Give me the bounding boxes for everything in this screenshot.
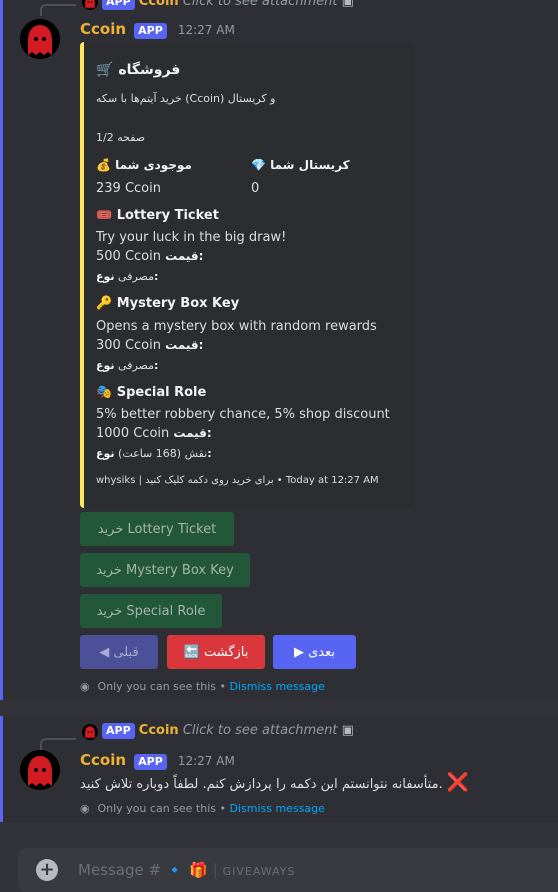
cross-icon: ❌ [446, 772, 470, 793]
message-input-bar[interactable]: + Message # 🔹 🎁 | GIVEAWAYS [18, 848, 558, 892]
reply-avatar[interactable] [82, 724, 98, 740]
item-role-price: 1000 Ccoin قیمت: [96, 426, 212, 441]
item-role-desc: 5% better robbery chance, 5% shop discou… [96, 407, 390, 422]
crystal-label: 💎 کریستال شما [251, 158, 350, 172]
timestamp[interactable]: 12:27 AM [178, 754, 235, 768]
key-icon: 🔑 [96, 296, 113, 311]
item-mystery-desc: Opens a mystery box with random rewards [96, 319, 377, 334]
buy-role-button[interactable]: خرید Special Role [80, 594, 222, 628]
message-header: Ccoin APP 12:27 AM [80, 19, 235, 39]
item-lottery-type: مصرفی نوع: [96, 270, 159, 283]
item-role-type: نقش (168 ساعت) نوع: [96, 447, 212, 460]
app-tag: APP [102, 723, 135, 739]
message-input-placeholder[interactable]: Message # 🔹 🎁 | GIVEAWAYS [78, 861, 295, 879]
add-attachment-icon[interactable]: + [36, 859, 58, 881]
ephemeral-notice: ◉ Only you can see this • Dismiss messag… [80, 680, 325, 693]
embed-footer: whysiks | برای خرید روی دکمه کلیک کنید •… [96, 475, 379, 486]
reply-header[interactable]: APP Ccoin Click to see attachment ▣ [102, 723, 354, 739]
app-tag: APP [134, 754, 167, 770]
channel-emoji-icons: 🔹 🎁 [165, 861, 208, 879]
ticket-icon: 🎟️ [96, 208, 113, 223]
coins-value: 239 Ccoin [96, 181, 161, 196]
avatar[interactable] [20, 750, 60, 790]
avatar[interactable] [20, 19, 60, 59]
item-lottery-desc: Try your luck in the big draw! [96, 230, 287, 245]
reply-connector [40, 738, 76, 750]
item-mystery-title: 🔑 Mystery Box Key [96, 296, 240, 311]
dismiss-message-link[interactable]: Dismiss message [229, 802, 324, 815]
item-lottery-title: 🎟️ Lottery Ticket [96, 208, 219, 223]
channel-name: GIVEAWAYS [222, 865, 296, 878]
item-role-title: 🎭 Special Role [96, 385, 207, 400]
reply-header[interactable]: APP Ccoin Click to see attachment ▣ [102, 0, 354, 10]
embed-title: 🛒 فروشگاه [96, 62, 181, 78]
item-mystery-type: مصرفی نوع: [96, 359, 159, 372]
back-button[interactable]: 🔙 بازگشت [167, 635, 265, 669]
message-1-accent-bar [0, 0, 3, 700]
error-message: متأسفانه نتوانستم این دکمه را پردازش کنم… [80, 772, 469, 793]
error-text: متأسفانه نتوانستم این دکمه را پردازش کنم… [80, 777, 443, 792]
eye-icon: ◉ [80, 680, 90, 693]
embed-accent-bar [80, 42, 84, 508]
item-mystery-price: 300 Ccoin قیمت: [96, 338, 204, 353]
eye-icon: ◉ [80, 802, 90, 815]
embed-description: خرید آیتم‌ها با سکه (Ccoin) و کریستال [96, 92, 276, 105]
item-lottery-price: 500 Ccoin قیمت: [96, 249, 204, 264]
app-tag: APP [134, 23, 167, 39]
next-button[interactable]: ▶ بعدی [273, 635, 356, 669]
reply-connector [40, 4, 76, 16]
author-name[interactable]: Ccoin [80, 751, 126, 769]
page-indicator: صفحه 1/2 [96, 131, 146, 144]
message-2-accent-bar [0, 716, 3, 822]
crystal-value: 0 [251, 181, 260, 196]
ephemeral-notice: ◉ Only you can see this • Dismiss messag… [80, 802, 325, 815]
buy-mystery-button[interactable]: خرید Mystery Box Key [80, 553, 250, 587]
shop-embed: 🛒 فروشگاه خرید آیتم‌ها با سکه (Ccoin) و … [80, 42, 413, 508]
timestamp[interactable]: 12:27 AM [178, 23, 235, 37]
reply-text[interactable]: Click to see attachment [183, 723, 338, 738]
image-icon: ▣ [341, 0, 354, 9]
buy-lottery-button[interactable]: خرید Lottery Ticket [80, 512, 234, 546]
reply-text[interactable]: Click to see attachment [183, 0, 338, 9]
image-icon: ▣ [341, 723, 354, 738]
author-name[interactable]: Ccoin [80, 20, 126, 38]
coins-label: 💰 موجودی شما [96, 158, 192, 172]
previous-button[interactable]: ◀ قبلی [80, 635, 158, 669]
reply-author[interactable]: Ccoin [139, 0, 179, 9]
message-header: Ccoin APP 12:27 AM [80, 750, 235, 770]
reply-author[interactable]: Ccoin [139, 723, 179, 738]
masks-icon: 🎭 [96, 385, 113, 400]
app-tag: APP [102, 0, 135, 10]
dismiss-message-link[interactable]: Dismiss message [229, 680, 324, 693]
